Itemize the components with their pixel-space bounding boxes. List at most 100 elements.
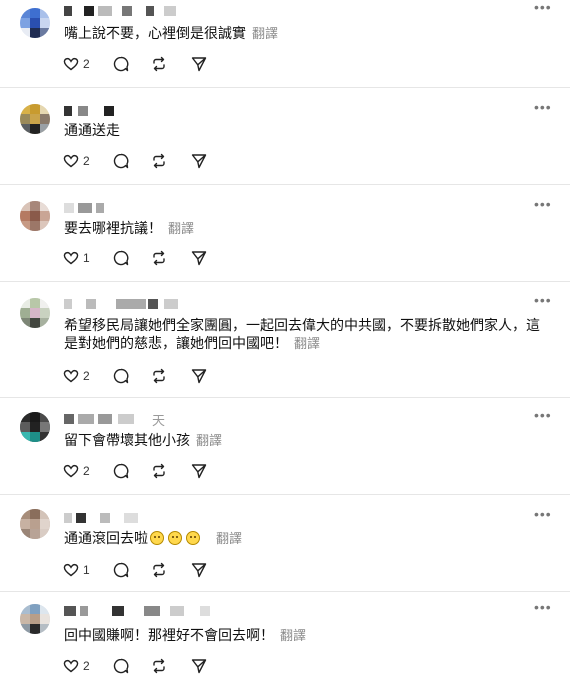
repost-button[interactable] bbox=[151, 248, 167, 268]
reply-button[interactable] bbox=[113, 54, 129, 74]
repost-icon bbox=[153, 463, 165, 479]
comment-text: 希望移民局讓她們全家團圓，一起回去偉大的中共國，不要拆散她們家人，這是對她們的慈… bbox=[64, 316, 544, 353]
comment-post: ••• 通通送走 2 bbox=[0, 88, 570, 185]
name-suffix: 天 bbox=[152, 413, 166, 428]
comment-post: 天 ••• 留下會帶壞其他小孩 翻譯 2 bbox=[0, 398, 570, 495]
like-button[interactable]: 1 bbox=[63, 560, 90, 580]
like-button[interactable]: 2 bbox=[63, 54, 90, 74]
avatar[interactable] bbox=[20, 201, 50, 231]
like-button[interactable]: 1 bbox=[63, 248, 90, 268]
share-button[interactable] bbox=[191, 151, 207, 171]
action-bar: 1 bbox=[63, 248, 223, 268]
rolling-eyes-emoji-icon bbox=[150, 531, 164, 545]
reply-button[interactable] bbox=[113, 560, 129, 580]
like-button[interactable]: 2 bbox=[63, 656, 90, 676]
avatar[interactable] bbox=[20, 509, 50, 539]
share-button[interactable] bbox=[191, 54, 207, 74]
more-dots-icon[interactable]: ••• bbox=[534, 293, 551, 310]
username-redacted[interactable] bbox=[64, 297, 194, 311]
repost-button[interactable] bbox=[151, 366, 167, 386]
avatar[interactable] bbox=[20, 104, 50, 134]
more-dots-icon[interactable]: ••• bbox=[534, 197, 551, 214]
send-icon bbox=[191, 464, 207, 479]
reply-button[interactable] bbox=[113, 151, 129, 171]
action-bar: 2 bbox=[63, 151, 223, 171]
comment-text-content: 通通滾回去啦 bbox=[64, 530, 148, 546]
repost-button[interactable] bbox=[151, 54, 167, 74]
avatar[interactable] bbox=[20, 8, 50, 38]
avatar[interactable] bbox=[20, 298, 50, 328]
action-bar: 2 bbox=[63, 54, 223, 74]
more-dots-icon[interactable]: ••• bbox=[534, 600, 551, 617]
like-count: 2 bbox=[83, 154, 90, 168]
username-redacted[interactable] bbox=[64, 511, 164, 525]
repost-button[interactable] bbox=[151, 151, 167, 171]
translate-link[interactable]: 翻譯 bbox=[216, 531, 242, 546]
repost-icon bbox=[153, 658, 165, 674]
comment-post: ••• 要去哪裡抗議！ 翻譯 1 bbox=[0, 185, 570, 282]
heart-icon bbox=[63, 659, 79, 673]
username-redacted[interactable] bbox=[64, 104, 144, 118]
comment-text: 要去哪裡抗議！ 翻譯 bbox=[64, 219, 544, 238]
translate-link[interactable]: 翻譯 bbox=[196, 433, 222, 448]
comment-bubble-icon bbox=[113, 250, 129, 266]
reply-button[interactable] bbox=[113, 656, 129, 676]
reply-button[interactable] bbox=[113, 248, 129, 268]
like-count: 1 bbox=[83, 251, 90, 265]
repost-icon bbox=[153, 368, 165, 384]
comment-text: 回中國賺啊！那裡好不會回去啊！ 翻譯 bbox=[64, 626, 544, 645]
comment-text: 通通送走 bbox=[64, 121, 544, 139]
like-count: 2 bbox=[83, 464, 90, 478]
share-button[interactable] bbox=[191, 656, 207, 676]
avatar[interactable] bbox=[20, 604, 50, 634]
repost-button[interactable] bbox=[151, 560, 167, 580]
more-dots-icon[interactable]: ••• bbox=[534, 100, 551, 117]
more-dots-icon[interactable]: ••• bbox=[534, 0, 551, 17]
more-dots-icon[interactable]: ••• bbox=[534, 408, 551, 425]
translate-link[interactable]: 翻譯 bbox=[168, 221, 194, 236]
heart-icon bbox=[63, 464, 79, 478]
share-button[interactable] bbox=[191, 560, 207, 580]
share-button[interactable] bbox=[191, 248, 207, 268]
comment-text: 留下會帶壞其他小孩 翻譯 bbox=[64, 431, 544, 450]
comment-text-content: 通通送走 bbox=[64, 122, 120, 138]
comment-text: 嘴上說不要，心裡倒是很誠實 翻譯 bbox=[64, 24, 544, 43]
translate-link[interactable]: 翻譯 bbox=[252, 26, 278, 41]
comment-post: ••• 通通滾回去啦 翻譯 1 bbox=[0, 495, 570, 592]
comment-bubble-icon bbox=[113, 56, 129, 72]
send-icon bbox=[191, 57, 207, 72]
translate-link[interactable]: 翻譯 bbox=[280, 628, 306, 643]
username-redacted[interactable] bbox=[64, 4, 184, 18]
send-icon bbox=[191, 563, 207, 578]
heart-icon bbox=[63, 57, 79, 71]
like-button[interactable]: 2 bbox=[63, 366, 90, 386]
repost-icon bbox=[153, 562, 165, 578]
reply-button[interactable] bbox=[113, 461, 129, 481]
like-button[interactable]: 2 bbox=[63, 151, 90, 171]
reply-button[interactable] bbox=[113, 366, 129, 386]
share-button[interactable] bbox=[191, 461, 207, 481]
heart-icon bbox=[63, 563, 79, 577]
avatar[interactable] bbox=[20, 412, 50, 442]
comment-feed: ••• 嘴上說不要，心裡倒是很誠實 翻譯 2 ••• 通通送走 2 ••• 要去… bbox=[0, 0, 570, 687]
comment-text: 通通滾回去啦 翻譯 bbox=[64, 529, 544, 548]
comment-text-content: 要去哪裡抗議！ bbox=[64, 220, 162, 236]
comment-bubble-icon bbox=[113, 562, 129, 578]
translate-link[interactable]: 翻譯 bbox=[294, 336, 320, 351]
repost-button[interactable] bbox=[151, 656, 167, 676]
comment-post: ••• 嘴上說不要，心裡倒是很誠實 翻譯 2 bbox=[0, 0, 570, 88]
share-button[interactable] bbox=[191, 366, 207, 386]
comment-bubble-icon bbox=[113, 658, 129, 674]
action-bar: 1 bbox=[63, 560, 223, 580]
action-bar: 2 bbox=[63, 366, 223, 386]
username-redacted[interactable] bbox=[64, 604, 214, 618]
repost-icon bbox=[153, 153, 165, 169]
username-redacted[interactable] bbox=[64, 201, 144, 215]
more-dots-icon[interactable]: ••• bbox=[534, 507, 551, 524]
repost-icon bbox=[153, 250, 165, 266]
like-button[interactable]: 2 bbox=[63, 461, 90, 481]
like-count: 2 bbox=[83, 57, 90, 71]
comment-text-content: 留下會帶壞其他小孩 bbox=[64, 432, 190, 448]
username-redacted[interactable]: 天 bbox=[64, 412, 174, 428]
repost-button[interactable] bbox=[151, 461, 167, 481]
